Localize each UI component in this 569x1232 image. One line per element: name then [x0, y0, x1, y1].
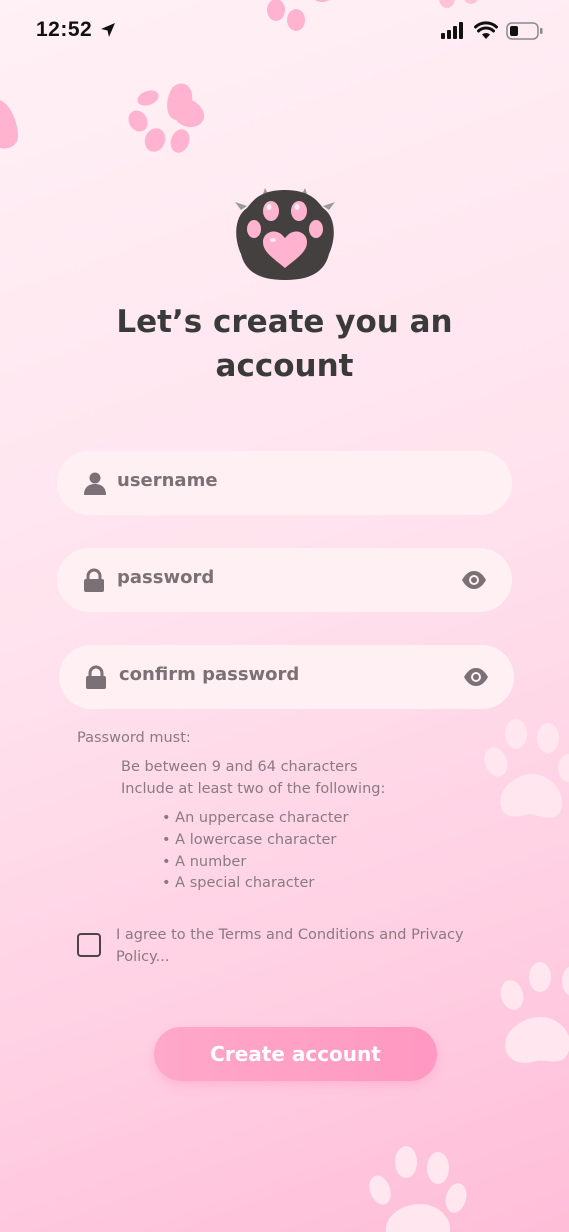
paw-print-icon — [369, 1146, 467, 1232]
eye-icon[interactable] — [461, 570, 487, 590]
paw-print-icon — [439, 0, 478, 8]
password-field[interactable]: password — [57, 548, 512, 612]
confirm-password-input[interactable]: confirm password — [119, 664, 299, 685]
user-icon — [84, 472, 106, 495]
page-title-line1: Let’s create you an — [116, 304, 453, 340]
wifi-icon — [474, 21, 498, 39]
status-time: 12:52 — [36, 18, 93, 41]
paw-print-icon — [128, 83, 205, 153]
rules-bullet: • A lowercase character — [162, 832, 337, 848]
location-arrow-icon — [101, 23, 115, 37]
terms-label[interactable]: I agree to the Terms and Conditions and … — [116, 924, 496, 968]
rules-line-include: Include at least two of the following: — [121, 781, 386, 797]
rules-bullet: • A number — [162, 854, 247, 870]
paw-print-icon — [0, 100, 18, 149]
rules-bullet: • A special character — [162, 875, 315, 891]
page-title: Let’s create you an account — [0, 300, 569, 388]
paw-logo-icon — [235, 188, 335, 280]
paw-print-icon — [484, 719, 569, 818]
rules-bullet: • An uppercase character — [162, 810, 349, 826]
password-input[interactable]: password — [117, 567, 214, 588]
rules-heading: Password must: — [77, 730, 191, 746]
username-input[interactable]: username — [117, 470, 218, 491]
lock-icon — [86, 665, 106, 689]
terms-checkbox[interactable] — [77, 933, 101, 957]
confirm-password-field[interactable]: confirm password — [59, 645, 514, 709]
username-field[interactable]: username — [57, 451, 512, 515]
create-account-button[interactable]: Create account — [154, 1027, 437, 1081]
paw-print-icon — [267, 0, 330, 31]
battery-icon — [506, 22, 543, 40]
page-title-line2: account — [215, 348, 354, 384]
lock-icon — [84, 568, 104, 592]
eye-icon[interactable] — [463, 667, 489, 687]
paw-print-icon — [500, 962, 569, 1063]
rules-line-length: Be between 9 and 64 characters — [121, 759, 358, 775]
cellular-signal-icon — [441, 22, 463, 39]
